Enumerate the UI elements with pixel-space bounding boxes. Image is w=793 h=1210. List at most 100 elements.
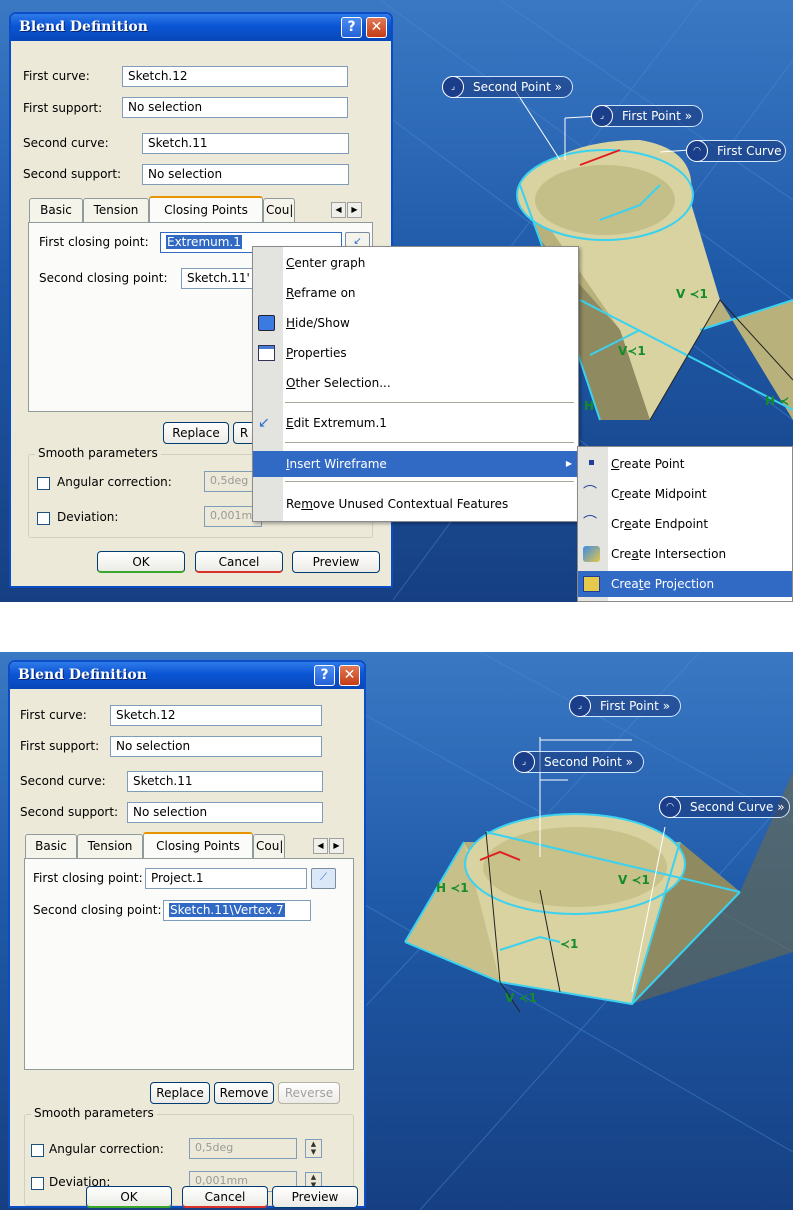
title-bar[interactable]: Blend Definition ? ✕ — [11, 14, 391, 41]
angular-correction-spinner[interactable]: ▲ ▼ — [305, 1139, 322, 1158]
tab-strip: Basic Tension Closing Points Cou| ◀ ▶ — [25, 832, 355, 858]
second-curve-label: Second curve: — [23, 136, 109, 150]
remove-button[interactable]: Remove — [214, 1082, 274, 1104]
menu-item-edit-extremum[interactable]: ↙ Edit Extremum.1 — [253, 410, 578, 436]
submenu-item-create-projection[interactable]: Create Projection — [578, 571, 792, 597]
second-point-tag[interactable]: ⌟ Second Point » — [442, 76, 573, 98]
point-tag-icon: ⌟ — [513, 751, 535, 773]
second-support-label: Second support: — [20, 805, 119, 819]
tab-scroll-left-button[interactable]: ◀ — [313, 838, 328, 854]
ok-button[interactable]: OK — [86, 1186, 172, 1208]
submenu-arrow-icon: ▶ — [565, 459, 572, 468]
closing-points-panel: First closing point: Project.1 ⟋ Second … — [24, 858, 354, 1070]
tab-scroll-left-button[interactable]: ◀ — [331, 202, 346, 218]
close-button[interactable]: ✕ — [339, 665, 360, 686]
menu-item-insert-wireframe[interactable]: Insert Wireframe ▶ — [253, 451, 578, 477]
reverse-button[interactable]: Reverse — [278, 1082, 340, 1104]
first-curve-tag[interactable]: ◠ First Curve — [686, 140, 787, 162]
point-tag-icon: ⌟ — [569, 695, 591, 717]
tab-coupling[interactable]: Cou| — [253, 834, 285, 858]
menu-item-remove-unused[interactable]: Remove Unused Contextual Features — [253, 491, 578, 517]
first-closing-point-field[interactable]: Project.1 — [145, 868, 307, 889]
svg-text:≺1: ≺1 — [560, 937, 578, 951]
second-curve-field[interactable]: Sketch.11 — [127, 771, 323, 792]
second-curve-tag[interactable]: ◠ Second Curve » — [659, 796, 790, 818]
second-curve-field[interactable]: Sketch.11 — [142, 133, 349, 154]
svg-text:V ≺1: V ≺1 — [618, 873, 650, 887]
submenu-item-create-intersection[interactable]: Create Intersection — [578, 541, 792, 567]
angular-correction-field[interactable]: 0,5deg — [189, 1138, 297, 1159]
expand-tag-icon: » — [777, 800, 785, 814]
hide-show-icon — [258, 315, 275, 331]
submenu-item-create-point[interactable]: Create Point — [578, 451, 792, 477]
menu-item-center-graph[interactable]: Center graph — [253, 250, 578, 276]
angular-correction-checkbox[interactable] — [31, 1144, 44, 1157]
tab-tension[interactable]: Tension — [83, 198, 149, 222]
submenu-item-create-endpoint[interactable]: ⌒ Create Endpoint — [578, 511, 792, 537]
menu-item-hide-show[interactable]: Hide/Show — [253, 310, 578, 336]
dialog-title: Blend Definition — [18, 667, 147, 683]
cancel-button[interactable]: Cancel — [195, 551, 283, 573]
top-screenshot: V ≺1 V≺1 H ≺ H ⌟ Second Point » ⌟ First … — [0, 0, 793, 602]
point-tag-icon: ⌟ — [442, 76, 464, 98]
first-support-label: First support: — [20, 739, 100, 753]
ok-button[interactable]: OK — [97, 551, 185, 573]
tab-scroll-right-button[interactable]: ▶ — [329, 838, 344, 854]
tab-tension[interactable]: Tension — [77, 834, 143, 858]
menu-separator — [285, 481, 574, 482]
second-support-field[interactable]: No selection — [127, 802, 323, 823]
help-button[interactable]: ? — [314, 665, 335, 686]
replace-button[interactable]: Replace — [163, 422, 229, 444]
deviation-checkbox[interactable] — [31, 1177, 44, 1190]
first-point-tag[interactable]: ⌟ First Point » — [569, 695, 682, 717]
angular-correction-label: Angular correction: — [49, 1142, 164, 1156]
menu-item-other-selection[interactable]: Other Selection... — [253, 370, 578, 396]
deviation-label: Deviation: — [57, 510, 119, 524]
angular-correction-checkbox[interactable] — [37, 477, 50, 490]
svg-text:V ≺1: V ≺1 — [505, 991, 537, 1005]
second-closing-point-field[interactable]: Sketch.11\Vertex.7 — [163, 900, 311, 921]
properties-icon — [258, 345, 275, 361]
tab-basic[interactable]: Basic — [29, 198, 83, 222]
expand-tag-icon: » — [662, 699, 671, 713]
help-button[interactable]: ? — [341, 17, 362, 38]
svg-text:V ≺1: V ≺1 — [676, 287, 708, 301]
tab-basic[interactable]: Basic — [25, 834, 77, 858]
tab-closing-points[interactable]: Closing Points — [149, 196, 263, 222]
second-support-field[interactable]: No selection — [142, 164, 349, 185]
menu-item-properties[interactable]: Properties — [253, 340, 578, 366]
title-bar[interactable]: Blend Definition ? ✕ — [10, 662, 364, 689]
close-button[interactable]: ✕ — [366, 17, 387, 38]
menu-separator — [285, 402, 574, 403]
second-closing-point-label: Second closing point: — [33, 903, 162, 917]
tag-label: Second Curve — [690, 800, 774, 814]
svg-text:H ≺: H ≺ — [765, 394, 789, 408]
expand-tag-icon: » — [554, 80, 562, 94]
second-closing-point-label: Second closing point: — [39, 271, 168, 285]
submenu-item-create-midpoint[interactable]: ⌒ Create Midpoint — [578, 481, 792, 507]
smooth-parameters-label: Smooth parameters — [31, 1106, 157, 1120]
insert-wireframe-submenu: Create Point ⌒ Create Midpoint ⌒ Create … — [577, 446, 793, 602]
second-point-tag[interactable]: ⌟ Second Point » — [513, 751, 644, 773]
curve-tag-icon: ◠ — [686, 140, 708, 162]
tab-coupling[interactable]: Cou| — [263, 198, 295, 222]
cancel-button[interactable]: Cancel — [182, 1186, 268, 1208]
preview-button[interactable]: Preview — [292, 551, 380, 573]
first-point-tag[interactable]: ⌟ First Point » — [591, 105, 704, 127]
midpoint-icon: ⌒ — [583, 485, 597, 501]
blend-definition-dialog: Blend Definition ? ✕ First curve: Sketch… — [8, 660, 366, 1208]
closing-point-picker-button[interactable]: ⟋ — [311, 868, 336, 889]
first-curve-field[interactable]: Sketch.12 — [122, 66, 348, 87]
preview-button[interactable]: Preview — [272, 1186, 358, 1208]
tab-scroll-right-button[interactable]: ▶ — [347, 202, 362, 218]
second-closing-point-field[interactable]: Sketch.11' — [181, 268, 261, 289]
tab-closing-points[interactable]: Closing Points — [143, 832, 253, 858]
expand-tag-icon: » — [684, 109, 693, 123]
svg-text:V≺1: V≺1 — [618, 344, 646, 358]
first-curve-field[interactable]: Sketch.12 — [110, 705, 322, 726]
deviation-checkbox[interactable] — [37, 512, 50, 525]
menu-item-reframe-on[interactable]: Reframe on — [253, 280, 578, 306]
first-support-field[interactable]: No selection — [122, 97, 348, 118]
replace-button[interactable]: Replace — [150, 1082, 210, 1104]
first-support-field[interactable]: No selection — [110, 736, 322, 757]
